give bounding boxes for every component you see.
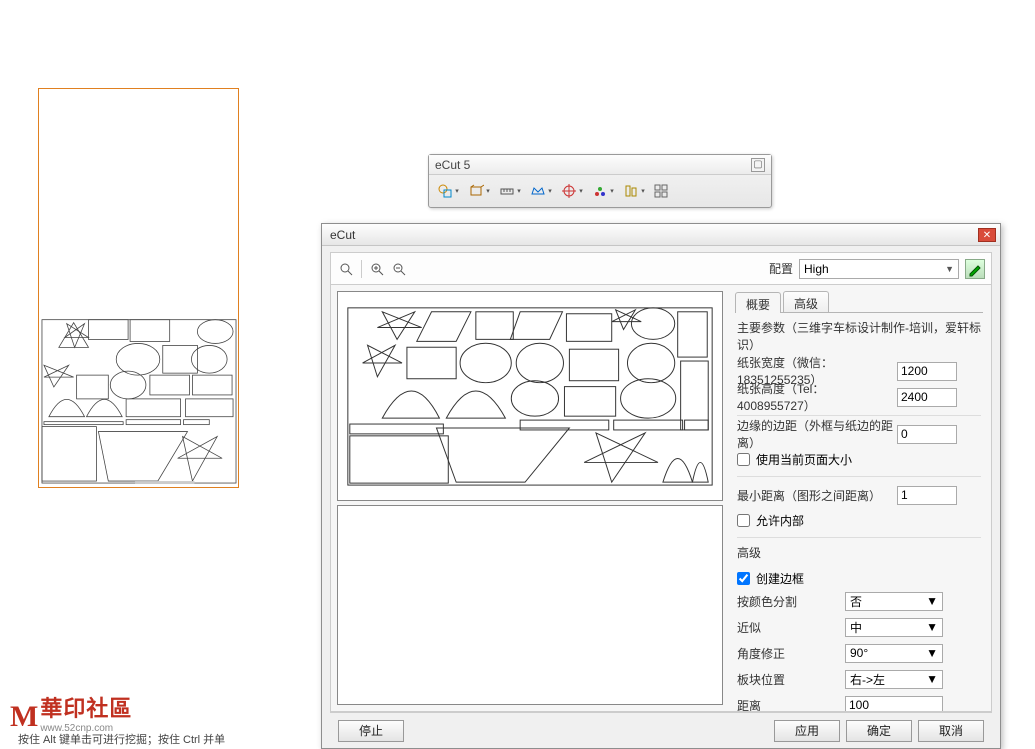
tool-align-icon[interactable]: ▾: [619, 179, 649, 203]
min-distance-label: 最小距离（图形之间距离）: [737, 487, 897, 504]
profile-label: 配置: [769, 260, 793, 277]
tool-box-icon[interactable]: ▾: [464, 179, 494, 203]
zoom-fit-icon[interactable]: [337, 260, 355, 278]
preview-bottom[interactable]: [337, 505, 723, 705]
dialog-titlebar[interactable]: eCut ✕: [322, 224, 1000, 246]
toolbar-close-icon[interactable]: ▢: [751, 158, 765, 172]
ecut-dialog: eCut ✕ 配置 High ▼: [321, 223, 1001, 749]
watermark-text: 華印社區: [40, 691, 132, 723]
tool-scale-icon[interactable]: ▾: [495, 179, 525, 203]
create-border-label: 创建边框: [756, 570, 804, 587]
ok-button[interactable]: 确定: [846, 720, 912, 742]
tool-target-icon[interactable]: ▾: [557, 179, 587, 203]
plate-pos-label: 板块位置: [737, 671, 845, 688]
distance-label: 距离: [737, 697, 845, 712]
canvas-artwork: [39, 89, 238, 487]
settings-pane: 概要 高级 主要参数（三维字车标设计制作-培训，爱轩标识） 纸张宽度（微信：18…: [729, 285, 991, 711]
paper-height-label: 纸张高度（Tel：4008955727）: [737, 380, 897, 414]
profile-select[interactable]: High ▼: [799, 259, 959, 279]
zoom-in-icon[interactable]: [368, 260, 386, 278]
tab-advanced[interactable]: 高级: [783, 291, 829, 312]
tool-grid-icon[interactable]: [650, 179, 672, 203]
preview-top[interactable]: [337, 291, 723, 501]
approx-select[interactable]: 中▼: [845, 618, 943, 637]
tab-overview[interactable]: 概要: [735, 292, 781, 313]
stop-button[interactable]: 停止: [338, 720, 404, 742]
angle-select[interactable]: 90°▼: [845, 644, 943, 663]
dialog-title: eCut: [330, 228, 355, 242]
cancel-button[interactable]: 取消: [918, 720, 984, 742]
plate-pos-select[interactable]: 右->左▼: [845, 670, 943, 689]
chevron-down-icon: ▼: [945, 264, 954, 274]
use-page-size-label: 使用当前页面大小: [756, 451, 852, 468]
allow-inner-checkbox[interactable]: [737, 514, 750, 527]
status-bar-fragment: 按住 Alt 键单击可进行挖掘；按住 Ctrl 并单: [18, 731, 225, 747]
ecut5-toolbar[interactable]: eCut 5 ▢ ▾ ▾ ▾ ▾ ▾ ▾ ▾: [428, 154, 772, 208]
min-distance-input[interactable]: [897, 486, 957, 505]
advanced-heading: 高级: [737, 544, 981, 561]
close-icon[interactable]: ✕: [978, 228, 996, 242]
use-page-size-checkbox[interactable]: [737, 453, 750, 466]
tool-crown-icon[interactable]: ▾: [526, 179, 556, 203]
paper-width-input[interactable]: [897, 362, 957, 381]
border-margin-label: 边缘的边距（外框与纸边的距离）: [737, 417, 897, 451]
angle-label: 角度修正: [737, 645, 845, 662]
create-border-checkbox[interactable]: [737, 572, 750, 585]
document-canvas[interactable]: [38, 88, 239, 488]
approx-label: 近似: [737, 619, 845, 636]
allow-inner-label: 允许内部: [756, 512, 804, 529]
zoom-out-icon[interactable]: [390, 260, 408, 278]
preview-pane: [331, 285, 729, 711]
tool-shapes-icon[interactable]: ▾: [433, 179, 463, 203]
split-color-label: 按颜色分割: [737, 593, 845, 610]
distance-input[interactable]: [845, 696, 943, 712]
apply-button[interactable]: 应用: [774, 720, 840, 742]
tool-colors-icon[interactable]: ▾: [588, 179, 618, 203]
watermark: M 華印社區 www.52cnp.com: [10, 691, 132, 734]
toolbar-title: eCut 5: [435, 155, 470, 175]
edit-profile-button[interactable]: [965, 259, 985, 279]
split-color-select[interactable]: 否▼: [845, 592, 943, 611]
watermark-logo-icon: M: [10, 700, 38, 734]
main-params-heading: 主要参数（三维字车标设计制作-培训，爱轩标识）: [737, 319, 981, 353]
paper-height-input[interactable]: [897, 388, 957, 407]
profile-value: High: [804, 262, 829, 276]
separator: [361, 260, 362, 278]
border-margin-input[interactable]: [897, 425, 957, 444]
